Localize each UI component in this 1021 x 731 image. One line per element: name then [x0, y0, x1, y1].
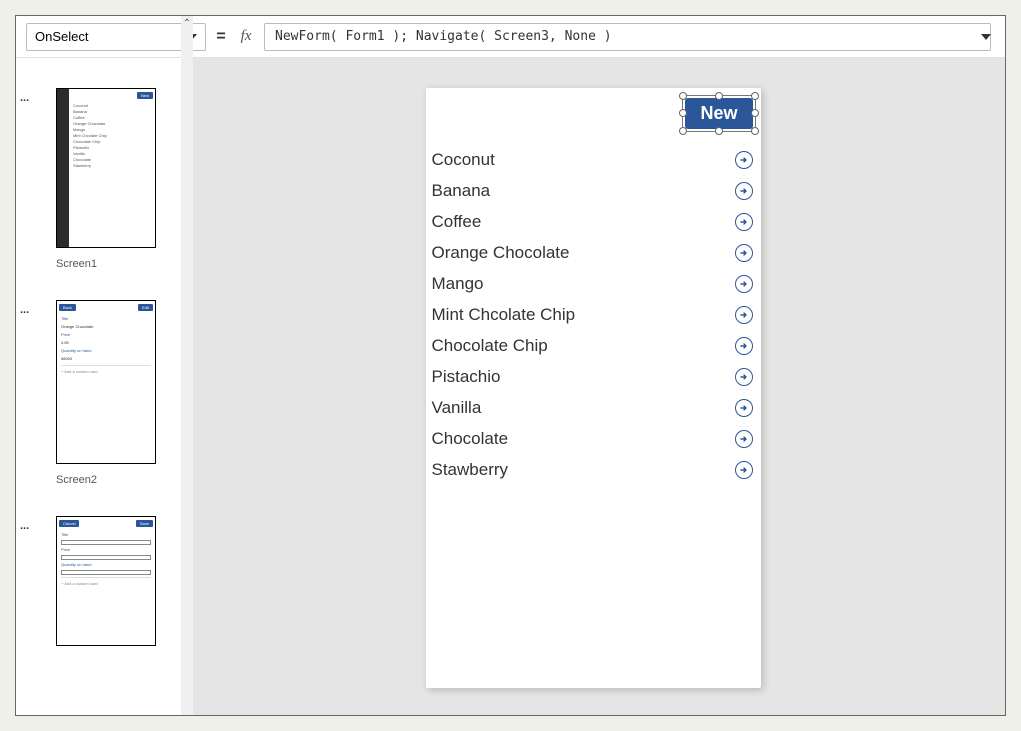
gallery-item-title: Orange Chocolate — [432, 243, 570, 263]
thumbnail-more-icon[interactable]: ... — [20, 304, 29, 316]
arrow-right-icon[interactable] — [735, 461, 753, 479]
arrow-right-icon[interactable] — [735, 244, 753, 262]
gallery-item-title: Chocolate — [432, 429, 509, 449]
arrow-right-icon[interactable] — [735, 182, 753, 200]
scroll-up-icon[interactable]: ⌃ — [181, 18, 193, 29]
mini-save-button: Save — [136, 520, 153, 527]
gallery-item-title: Coconut — [432, 150, 495, 170]
property-dropdown-label: OnSelect — [35, 29, 88, 44]
gallery-item-title: Mint Chcolate Chip — [432, 305, 576, 325]
thumbnail-label: Screen1 — [56, 258, 181, 270]
arrow-right-icon[interactable] — [735, 275, 753, 293]
thumbnail-screen2[interactable]: ... Back Edit Title Orange Chocolate Pri… — [16, 300, 181, 486]
workspace: ... New CoconutBananaCoffeeOrange Chocol… — [16, 58, 1005, 715]
thumbnail-screen1[interactable]: ... New CoconutBananaCoffeeOrange Chocol… — [16, 88, 181, 270]
mini-edit-form: Title Price Quantity on hand + Add a cus… — [57, 529, 155, 590]
gallery-row[interactable]: Chocolate Chip — [432, 330, 759, 361]
mini-cancel-button: Cancel — [59, 520, 79, 527]
gallery-row[interactable]: Mint Chcolate Chip — [432, 299, 759, 330]
gallery-row[interactable]: Stawberry — [432, 454, 759, 485]
arrow-right-icon[interactable] — [735, 337, 753, 355]
thumbnail-label: Screen2 — [56, 474, 181, 486]
arrow-right-icon[interactable] — [735, 151, 753, 169]
app-preview: New CoconutBananaCoffeeOr — [426, 88, 761, 688]
thumbnail-preview: Cancel Save Title Price Quantity on hand… — [56, 516, 156, 646]
gallery-item-title: Stawberry — [432, 460, 509, 480]
arrow-right-icon[interactable] — [735, 306, 753, 324]
gallery-row[interactable]: Mango — [432, 268, 759, 299]
preview-header: New — [426, 88, 761, 138]
gallery-item-title: Vanilla — [432, 398, 482, 418]
gallery-row[interactable]: Pistachio — [432, 361, 759, 392]
gallery-row[interactable]: Vanilla — [432, 392, 759, 423]
gallery-item-title: Banana — [432, 181, 491, 201]
gallery-row[interactable]: Coconut — [432, 144, 759, 175]
screens-panel[interactable]: ... New CoconutBananaCoffeeOrange Chocol… — [16, 58, 181, 715]
mini-back-button: Back — [59, 304, 76, 311]
thumbnail-preview: Back Edit Title Orange Chocolate Price 3… — [56, 300, 156, 464]
fx-icon: fx — [236, 28, 256, 45]
mini-new-button: New — [137, 92, 153, 99]
gallery-row[interactable]: Orange Chocolate — [432, 237, 759, 268]
gallery-item-title: Chocolate Chip — [432, 336, 548, 356]
formula-expand-button[interactable] — [977, 23, 995, 51]
thumbnail-preview: New CoconutBananaCoffeeOrange ChocolateM… — [56, 88, 156, 248]
new-button-selection: New — [685, 98, 752, 129]
app-frame: OnSelect = fx NewForm( Form1 ); Navigate… — [15, 15, 1006, 716]
new-button[interactable]: New — [685, 98, 752, 129]
arrow-right-icon[interactable] — [735, 430, 753, 448]
mini-detail-form: Title Orange Chocolate Price 3.89 Quanti… — [57, 313, 155, 378]
arrow-right-icon[interactable] — [735, 368, 753, 386]
formula-input[interactable]: NewForm( Form1 ); Navigate( Screen3, Non… — [264, 23, 991, 51]
property-dropdown[interactable]: OnSelect — [26, 23, 206, 51]
thumbnail-more-icon[interactable]: ... — [20, 92, 29, 104]
chevron-down-icon — [981, 34, 991, 40]
thumbnail-screen3[interactable]: ... Cancel Save Title Price Quantity on … — [16, 516, 181, 646]
formula-text: NewForm( Form1 ); Navigate( Screen3, Non… — [275, 29, 612, 44]
gallery-row[interactable]: Banana — [432, 175, 759, 206]
gallery-item-title: Pistachio — [432, 367, 501, 387]
canvas[interactable]: New CoconutBananaCoffeeOr — [181, 58, 1005, 715]
arrow-right-icon[interactable] — [735, 399, 753, 417]
mini-gallery: CoconutBananaCoffeeOrange ChocolateMango… — [57, 101, 155, 171]
arrow-right-icon[interactable] — [735, 213, 753, 231]
formula-bar: OnSelect = fx NewForm( Form1 ); Navigate… — [16, 16, 1005, 58]
gallery[interactable]: Coconut Banana Coffee Orange Chocolate Mango… — [426, 138, 761, 485]
gallery-row[interactable]: Coffee — [432, 206, 759, 237]
thumbnail-more-icon[interactable]: ... — [20, 520, 29, 532]
gallery-row[interactable]: Chocolate — [432, 423, 759, 454]
equals-icon: = — [214, 28, 228, 46]
gallery-item-title: Mango — [432, 274, 484, 294]
mini-edit-button: Edit — [138, 304, 153, 311]
gallery-item-title: Coffee — [432, 212, 482, 232]
